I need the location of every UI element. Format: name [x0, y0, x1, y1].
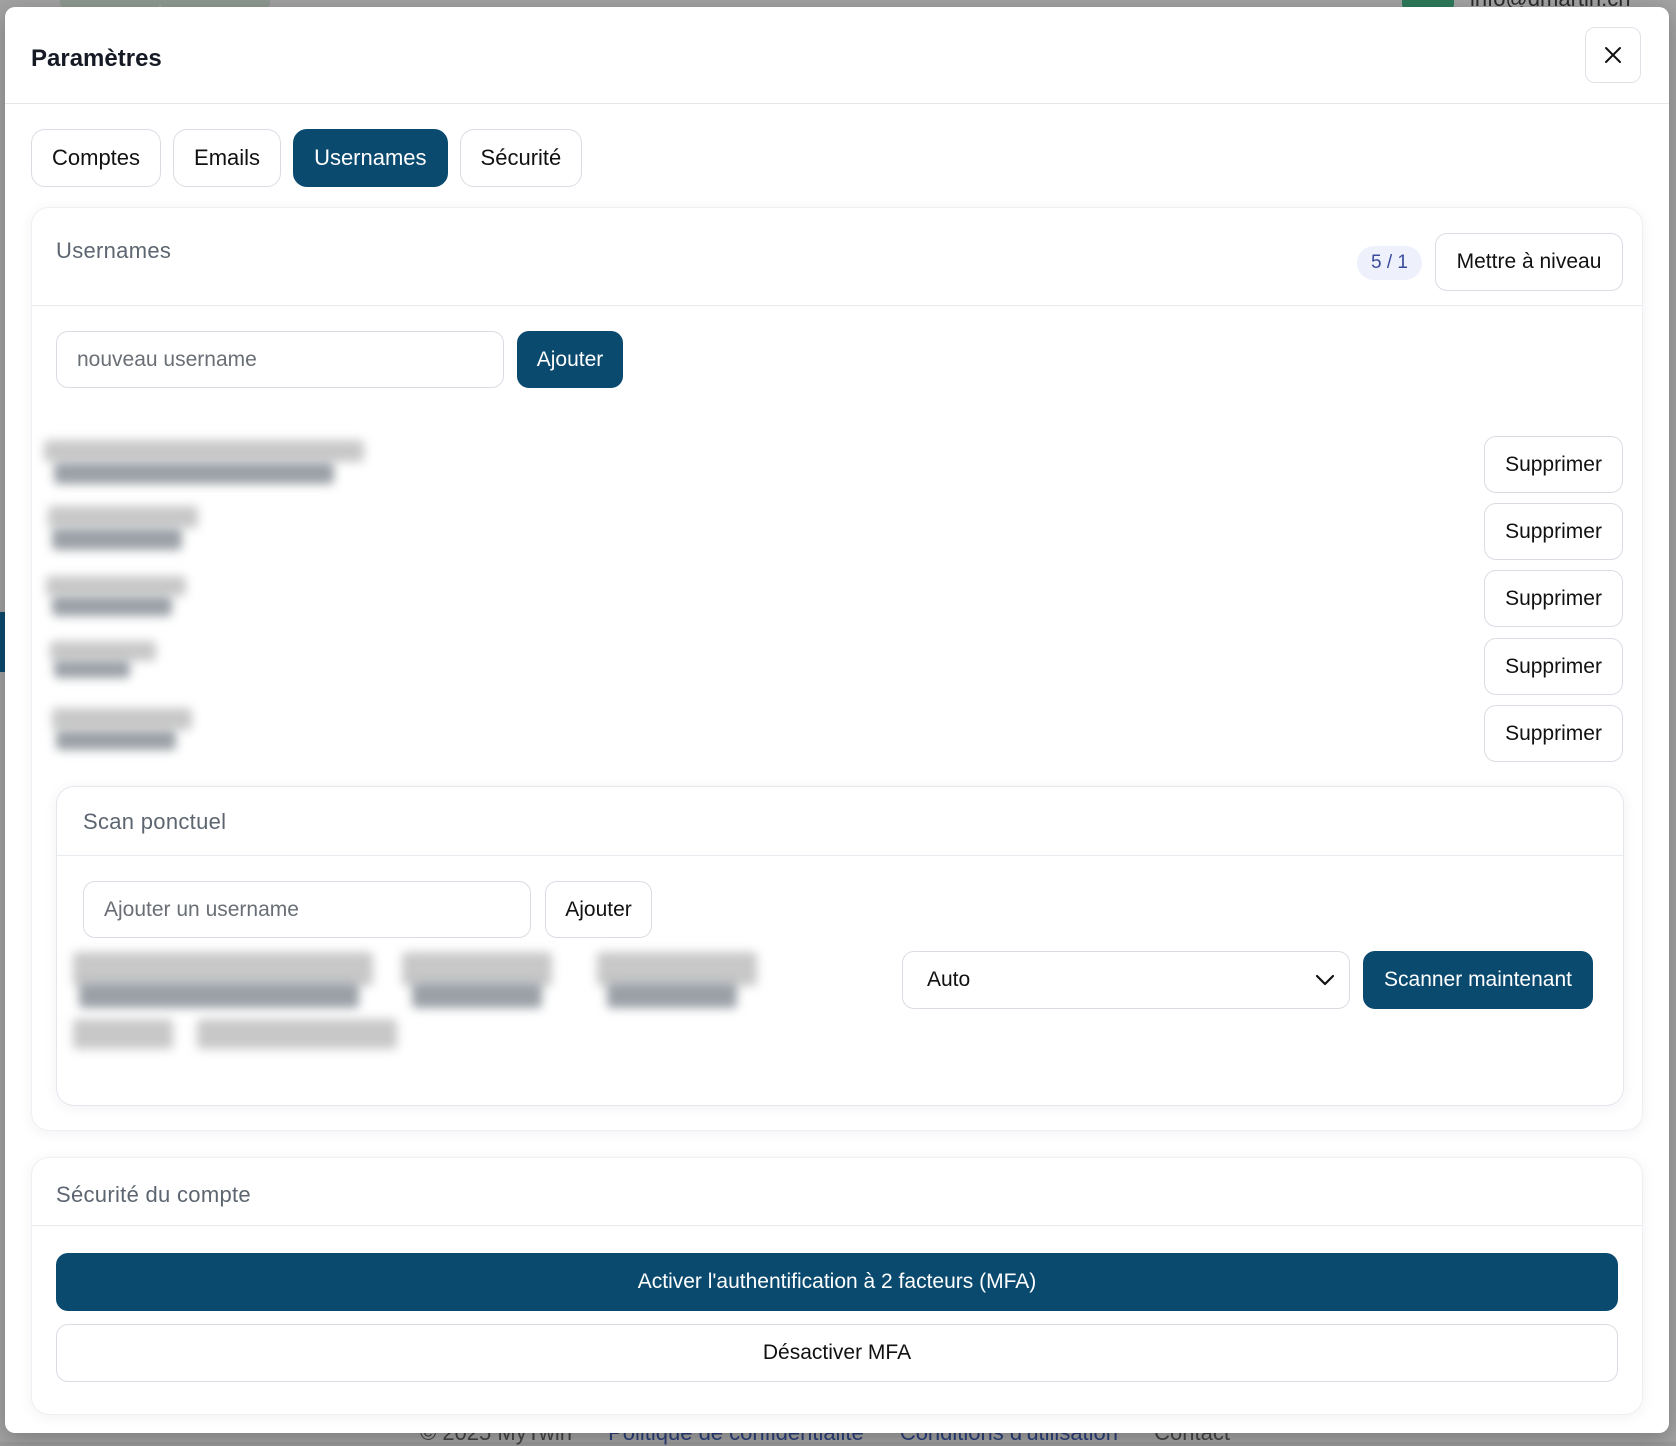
redacted-username: [44, 440, 364, 462]
security-card-title: Sécurité du compte: [56, 1182, 251, 1207]
quota-badge: 5 / 1: [1357, 246, 1422, 280]
redacted-username-detail: [54, 462, 334, 484]
modal-header: Paramètres: [5, 7, 1669, 104]
redacted-username-detail: [54, 660, 130, 678]
scan-card-title: Scan ponctuel: [83, 809, 227, 834]
delete-username-button[interactable]: Supprimer: [1484, 503, 1623, 560]
security-card: Sécurité du compte Activer l'authentific…: [31, 1157, 1643, 1415]
scan-card-header: Scan ponctuel: [57, 787, 1623, 856]
enable-mfa-button[interactable]: Activer l'authentification à 2 facteurs …: [56, 1253, 1618, 1311]
redacted-username: [48, 506, 198, 528]
scan-add-button[interactable]: Ajouter: [545, 881, 652, 938]
redacted-chip-text: [607, 982, 737, 1008]
redacted-username: [52, 708, 192, 730]
delete-username-button[interactable]: Supprimer: [1484, 705, 1623, 762]
redacted-chip: [73, 952, 373, 986]
usernames-card-header: Usernames 5 / 1 Mettre à niveau: [32, 208, 1642, 306]
redacted-chip: [597, 952, 757, 986]
settings-modal: Paramètres Comptes Emails Usernames Sécu…: [5, 7, 1669, 1433]
redacted-username-detail: [56, 730, 176, 750]
redacted-chip: [402, 952, 552, 986]
delete-username-button[interactable]: Supprimer: [1484, 638, 1623, 695]
tab-usernames[interactable]: Usernames: [293, 129, 448, 187]
scan-mode-select[interactable]: Auto: [902, 951, 1350, 1009]
disable-mfa-button[interactable]: Désactiver MFA: [56, 1324, 1618, 1382]
redacted-username-detail: [52, 596, 172, 616]
redacted-username: [46, 576, 186, 596]
modal-title: Paramètres: [31, 45, 162, 72]
redacted-chip-text: [412, 982, 542, 1008]
scan-card: Scan ponctuel Ajouter Auto S: [56, 786, 1624, 1106]
settings-tabs: Comptes Emails Usernames Sécurité: [31, 129, 583, 187]
redacted-chip: [197, 1019, 397, 1049]
chevron-down-icon: [1315, 974, 1335, 986]
upgrade-button[interactable]: Mettre à niveau: [1435, 233, 1623, 291]
tab-securite[interactable]: Sécurité: [459, 129, 583, 187]
redacted-username-detail: [52, 528, 182, 550]
redacted-username: [50, 641, 156, 661]
new-username-input[interactable]: [56, 331, 504, 388]
scan-mode-value: Auto: [927, 968, 971, 991]
close-button[interactable]: [1585, 27, 1641, 83]
security-card-header: Sécurité du compte: [32, 1158, 1642, 1226]
usernames-card: Usernames 5 / 1 Mettre à niveau Ajouter …: [31, 207, 1643, 1131]
usernames-card-title: Usernames: [56, 238, 172, 263]
close-icon: [1605, 47, 1621, 63]
delete-username-button[interactable]: Supprimer: [1484, 570, 1623, 627]
add-username-button[interactable]: Ajouter: [517, 331, 623, 388]
tab-emails[interactable]: Emails: [173, 129, 282, 187]
delete-username-button[interactable]: Supprimer: [1484, 436, 1623, 493]
scan-now-button[interactable]: Scanner maintenant: [1363, 951, 1593, 1009]
tab-comptes[interactable]: Comptes: [31, 129, 162, 187]
redacted-chip-text: [79, 982, 359, 1008]
scan-username-input[interactable]: [83, 881, 531, 938]
redacted-chip: [73, 1019, 173, 1049]
